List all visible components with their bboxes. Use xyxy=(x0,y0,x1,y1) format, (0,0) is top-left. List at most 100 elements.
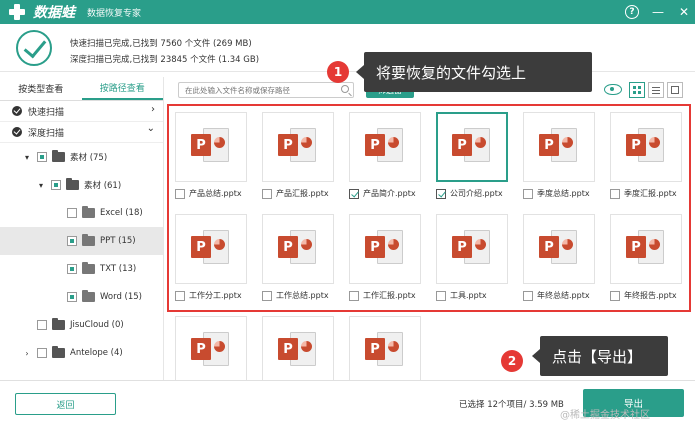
file-name: 季度汇报.pptx xyxy=(624,189,677,198)
ppt-letter-badge: P xyxy=(452,236,472,258)
tab-by-path[interactable]: 按路径查看 xyxy=(81,77,163,100)
search-box[interactable] xyxy=(178,82,354,98)
search-input[interactable] xyxy=(179,83,329,97)
file-thumbnail[interactable]: P xyxy=(610,112,682,182)
file-checkbox[interactable] xyxy=(349,188,359,199)
caret-down-icon[interactable]: ▾ xyxy=(36,181,46,190)
ppt-letter-badge: P xyxy=(539,134,559,156)
file-checkbox[interactable] xyxy=(175,290,185,301)
help-button[interactable]: ? xyxy=(621,0,643,24)
file-checkbox[interactable] xyxy=(262,188,272,199)
file-card[interactable]: P 季度汇报.pptx xyxy=(605,108,690,208)
search-icon[interactable] xyxy=(341,85,349,93)
caret-right-icon[interactable]: › xyxy=(22,349,32,358)
file-card[interactable]: P 季度总结.pptx xyxy=(518,108,604,208)
file-card[interactable]: P 工作汇报.pptx xyxy=(344,210,430,310)
file-card[interactable]: P 年终报告.pptx xyxy=(605,210,690,310)
file-checkbox[interactable] xyxy=(610,290,620,301)
file-checkbox[interactable] xyxy=(349,290,359,301)
caret-down-icon[interactable]: ▾ xyxy=(22,153,32,162)
file-card[interactable]: P 工具.pptx xyxy=(431,210,517,310)
file-card[interactable]: P 产品简介.pptx xyxy=(344,108,430,208)
file-checkbox[interactable] xyxy=(436,290,446,301)
tree-checkbox[interactable] xyxy=(67,264,77,274)
file-card[interactable]: P 产品总结.pptx xyxy=(170,108,256,208)
tree-item-ppt[interactable]: PPT (15) xyxy=(0,227,163,255)
tree-item-label: JisuCloud (0) xyxy=(70,320,124,330)
file-thumbnail[interactable]: P xyxy=(523,112,595,182)
file-thumbnail[interactable]: P xyxy=(349,316,421,380)
tree-item-excel[interactable]: Excel (18) xyxy=(0,199,163,227)
file-thumbnail[interactable]: P xyxy=(175,112,247,182)
file-thumbnail[interactable]: P xyxy=(349,214,421,284)
tree-checkbox[interactable] xyxy=(37,348,47,358)
file-thumbnail[interactable]: P xyxy=(523,214,595,284)
powerpoint-icon: P xyxy=(278,230,318,268)
file-name-row: 工作总结.pptx xyxy=(262,290,329,301)
file-checkbox[interactable] xyxy=(436,188,446,199)
detail-view-button[interactable] xyxy=(667,82,683,98)
tab-by-type[interactable]: 按类型查看 xyxy=(0,77,82,100)
file-thumbnail[interactable]: P xyxy=(262,214,334,284)
tree-item-label: 素材 (61) xyxy=(84,181,122,191)
file-card[interactable]: P 工作总结.pptx xyxy=(257,210,343,310)
file-checkbox[interactable] xyxy=(523,290,533,301)
file-thumbnail[interactable]: P xyxy=(262,112,334,182)
file-card[interactable]: P 年终总结.pptx xyxy=(518,210,604,310)
back-button[interactable]: 返回 xyxy=(15,393,116,415)
scan-mode-quick[interactable]: 快速扫描 › xyxy=(0,101,163,122)
eye-icon[interactable] xyxy=(604,84,622,95)
file-card[interactable]: P xyxy=(170,312,256,380)
title-bar: 数据蛙 数据恢复专家 ? — ✕ xyxy=(0,0,695,24)
ppt-letter-badge: P xyxy=(365,338,385,360)
scan-mode-label: 深度扫描 xyxy=(28,128,65,139)
folder-icon xyxy=(82,290,95,302)
tree-item-txt[interactable]: TXT (13) xyxy=(0,255,163,283)
file-thumbnail[interactable]: P xyxy=(610,214,682,284)
file-name-row: 季度总结.pptx xyxy=(523,188,590,199)
powerpoint-icon: P xyxy=(539,230,579,268)
folder-icon xyxy=(66,178,79,190)
file-checkbox[interactable] xyxy=(523,188,533,199)
file-thumbnail[interactable]: P xyxy=(175,214,247,284)
tree-item-jisucloud[interactable]: JisuCloud (0) xyxy=(0,311,163,339)
step-1-badge: 1 xyxy=(327,61,349,83)
file-checkbox[interactable] xyxy=(262,290,272,301)
tree-checkbox[interactable] xyxy=(51,180,61,190)
tree-checkbox[interactable] xyxy=(67,208,77,218)
file-checkbox[interactable] xyxy=(175,188,185,199)
tree-item-label: Word (15) xyxy=(100,292,142,302)
grid-view-button[interactable] xyxy=(629,82,645,98)
list-view-button[interactable] xyxy=(648,82,664,98)
file-name-row: 产品简介.pptx xyxy=(349,188,416,199)
file-checkbox[interactable] xyxy=(610,188,620,199)
file-card[interactable]: P 公司介绍.pptx xyxy=(431,108,517,208)
ppt-letter-badge: P xyxy=(278,338,298,360)
ppt-letter-badge: P xyxy=(191,134,211,156)
tree-item-word[interactable]: Word (15) xyxy=(0,283,163,311)
tree-checkbox[interactable] xyxy=(67,292,77,302)
file-thumbnail[interactable]: P xyxy=(436,214,508,284)
file-name-row: 公司介绍.pptx xyxy=(436,188,503,199)
file-thumbnail[interactable]: P xyxy=(262,316,334,380)
tree-item-antelope[interactable]: › Antelope (4) xyxy=(0,339,163,367)
app-subtitle: 数据恢复专家 xyxy=(87,8,142,19)
scan-mode-deep[interactable]: 深度扫描 ⌄ xyxy=(0,122,163,143)
file-card[interactable]: P xyxy=(257,312,343,380)
tree-checkbox[interactable] xyxy=(37,152,47,162)
tree-item-sucai-sub[interactable]: ▾ 素材 (61) xyxy=(0,171,163,199)
deep-scan-status: 深度扫描已完成,已找到 23845 个文件 (1.34 GB) xyxy=(70,55,260,65)
minimize-button[interactable]: — xyxy=(647,0,669,24)
file-thumbnail[interactable]: P xyxy=(436,112,508,182)
tree-checkbox[interactable] xyxy=(37,320,47,330)
folder-icon xyxy=(52,150,65,162)
tree-item-sucai-root[interactable]: ▾ 素材 (75) xyxy=(0,143,163,171)
file-thumbnail[interactable]: P xyxy=(349,112,421,182)
file-card[interactable]: P xyxy=(344,312,430,380)
file-thumbnail[interactable]: P xyxy=(175,316,247,380)
file-card[interactable]: P 工作分工.pptx xyxy=(170,210,256,310)
file-card[interactable]: P 产品汇报.pptx xyxy=(257,108,343,208)
close-button[interactable]: ✕ xyxy=(673,0,695,24)
tree-checkbox[interactable] xyxy=(67,236,77,246)
quick-scan-status: 快速扫描已完成,已找到 7560 个文件 (269 MB) xyxy=(70,39,252,49)
